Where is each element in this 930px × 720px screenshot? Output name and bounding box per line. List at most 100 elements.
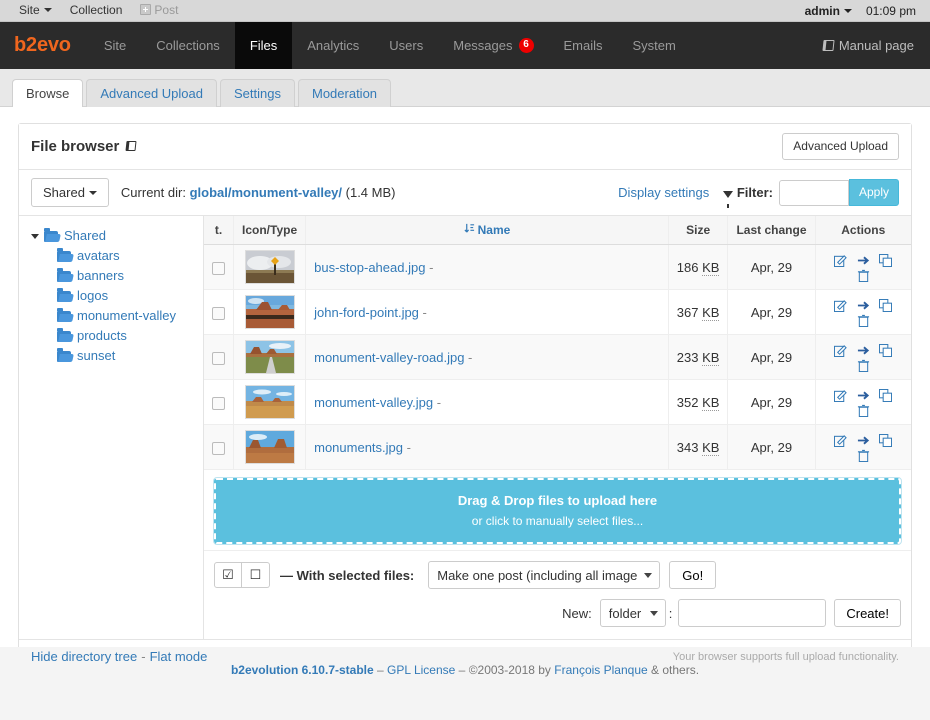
file-name-link[interactable]: john-ford-point.jpg — [314, 305, 419, 320]
copy-icon[interactable] — [879, 253, 893, 268]
edit-icon[interactable] — [834, 254, 847, 268]
tree-item-products[interactable]: products — [29, 326, 195, 346]
tree-item-label[interactable]: products — [77, 327, 127, 345]
go-button[interactable]: Go! — [669, 561, 717, 589]
copy-icon[interactable] — [879, 388, 893, 403]
tree-item-label[interactable]: monument-valley — [77, 307, 176, 325]
table-row[interactable]: bus-stop-ahead.jpg - 186 KB Apr, 29 — [204, 244, 911, 290]
row-name-cell[interactable]: monument-valley-road.jpg - — [305, 334, 669, 380]
tree-item-shared[interactable]: Shared — [29, 226, 195, 246]
tree-item-monument-valley[interactable]: monument-valley — [29, 306, 195, 326]
column-header-icon-type[interactable]: Icon/Type — [232, 216, 306, 245]
manual-page-link[interactable]: Manual page — [822, 22, 922, 69]
evobar-post-button[interactable]: Post — [131, 0, 187, 21]
breadcrumb-monument-valley[interactable]: monument-valley/ — [231, 185, 342, 200]
row-thumb-cell[interactable] — [233, 244, 307, 290]
row-checkbox[interactable] — [212, 441, 225, 455]
filter-input[interactable] — [778, 179, 849, 206]
evobar-site-menu[interactable]: Site — [10, 0, 61, 21]
nav-item-emails[interactable]: Emails — [549, 22, 618, 69]
flat-mode-link[interactable]: Flat mode — [150, 649, 208, 664]
edit-icon[interactable] — [834, 389, 847, 403]
nav-item-files[interactable]: Files — [234, 22, 293, 69]
row-select-cell[interactable] — [204, 289, 234, 335]
move-icon[interactable] — [857, 299, 870, 312]
copy-icon[interactable] — [879, 298, 893, 313]
delete-icon[interactable] — [857, 449, 870, 463]
move-icon[interactable] — [857, 344, 870, 357]
copy-icon[interactable] — [879, 433, 893, 448]
table-row[interactable]: monument-valley.jpg - 352 KB Apr, 29 — [204, 379, 911, 425]
row-name-cell[interactable]: monument-valley.jpg - — [305, 379, 669, 425]
file-thumbnail[interactable] — [244, 250, 295, 284]
tab-moderation[interactable]: Moderation — [297, 79, 392, 107]
move-icon[interactable] — [857, 254, 870, 267]
file-name-link[interactable]: bus-stop-ahead.jpg — [314, 260, 425, 275]
row-name-cell[interactable]: john-ford-point.jpg - — [305, 289, 669, 335]
tree-item-sunset[interactable]: sunset — [29, 346, 195, 366]
tree-item-label[interactable]: avatars — [77, 247, 120, 265]
chevron-down-icon[interactable] — [31, 233, 39, 239]
row-select-cell[interactable] — [204, 244, 234, 290]
file-name-link[interactable]: monument-valley.jpg — [314, 395, 433, 410]
tree-item-logos[interactable]: logos — [29, 286, 195, 306]
row-thumb-cell[interactable] — [233, 289, 307, 335]
bulk-action-select[interactable]: Make one post (including all images) — [428, 561, 661, 589]
display-settings-link[interactable]: Display settings — [618, 185, 709, 200]
license-link[interactable]: GPL License — [387, 663, 455, 677]
row-select-cell[interactable] — [204, 424, 234, 470]
tab-advanced-upload[interactable]: Advanced Upload — [86, 79, 217, 107]
advanced-upload-button[interactable]: Advanced Upload — [782, 133, 899, 160]
file-thumbnail[interactable] — [244, 430, 295, 464]
brand-logo[interactable]: b2evo — [0, 22, 89, 69]
nav-item-analytics[interactable]: Analytics — [292, 22, 374, 69]
root-selector-button[interactable]: Shared — [31, 178, 109, 207]
bulk-action-select-wrapper[interactable]: Make one post (including all images) — [428, 561, 661, 589]
row-checkbox[interactable] — [212, 306, 225, 320]
tree-item-label[interactable]: logos — [77, 287, 108, 305]
nav-item-collections[interactable]: Collections — [141, 22, 235, 69]
copy-icon[interactable] — [879, 343, 893, 358]
edit-icon[interactable] — [834, 299, 847, 313]
table-row[interactable]: john-ford-point.jpg - 367 KB Apr, 29 — [204, 289, 911, 335]
row-select-cell[interactable] — [204, 334, 234, 380]
evobar-collection-menu[interactable]: Collection — [61, 0, 132, 21]
table-row[interactable]: monument-valley-road.jpg - 233 KB Apr, 2… — [204, 334, 911, 380]
hide-directory-tree-link[interactable]: Hide directory tree — [31, 649, 137, 664]
tab-settings[interactable]: Settings — [220, 79, 295, 107]
file-name-link[interactable]: monument-valley-road.jpg — [314, 350, 464, 365]
upload-dropzone[interactable]: Drag & Drop files to upload here or clic… — [213, 477, 902, 545]
file-thumbnail[interactable] — [244, 295, 295, 329]
file-name-link[interactable]: monuments.jpg — [314, 440, 403, 455]
row-select-cell[interactable] — [204, 379, 234, 425]
delete-icon[interactable] — [857, 359, 870, 373]
row-name-cell[interactable]: bus-stop-ahead.jpg - — [305, 244, 669, 290]
tree-item-label[interactable]: sunset — [77, 347, 115, 365]
edit-icon[interactable] — [834, 434, 847, 448]
row-thumb-cell[interactable] — [233, 334, 307, 380]
column-header-name[interactable]: Name — [305, 216, 669, 245]
breadcrumb-global[interactable]: global — [190, 185, 228, 200]
move-icon[interactable] — [857, 389, 870, 402]
row-thumb-cell[interactable] — [233, 379, 307, 425]
tree-item-label[interactable]: banners — [77, 267, 124, 285]
file-thumbnail[interactable] — [244, 385, 295, 419]
new-name-input[interactable] — [678, 599, 827, 627]
tree-item-avatars[interactable]: avatars — [29, 246, 195, 266]
delete-icon[interactable] — [857, 404, 870, 418]
delete-icon[interactable] — [857, 269, 870, 283]
column-header-select[interactable]: t. — [204, 216, 234, 245]
table-row[interactable]: monuments.jpg - 343 KB Apr, 29 — [204, 424, 911, 470]
nav-item-users[interactable]: Users — [374, 22, 438, 69]
check-all-button[interactable]: ☑ — [214, 562, 242, 588]
column-header-last-change[interactable]: Last change — [727, 216, 815, 245]
evobar-user-menu[interactable]: admin — [797, 4, 860, 18]
new-type-select[interactable]: folder — [599, 599, 666, 627]
tab-browse[interactable]: Browse — [12, 79, 84, 107]
new-type-select-wrapper[interactable]: folder — [599, 599, 666, 627]
row-checkbox[interactable] — [212, 396, 225, 410]
uncheck-all-button[interactable]: ☐ — [242, 562, 270, 588]
author-link[interactable]: François Planque — [554, 663, 647, 677]
nav-item-system[interactable]: System — [618, 22, 691, 69]
column-header-size[interactable]: Size — [667, 216, 728, 245]
